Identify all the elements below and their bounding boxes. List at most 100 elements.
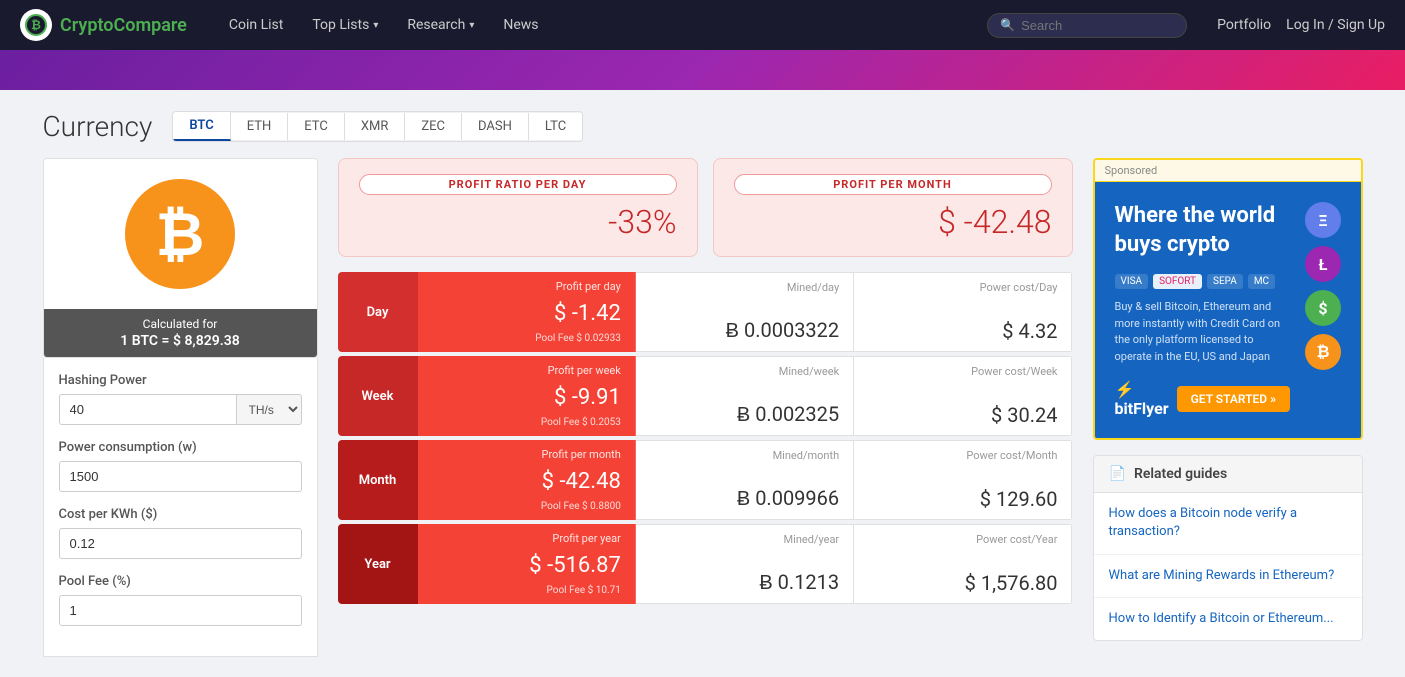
visa-logo: VISA <box>1115 274 1149 289</box>
calc-form: Hashing Power TH/s GH/s Power consumptio… <box>43 358 318 657</box>
coin-card: ₿ Calculated for 1 BTC = $ 8,829.38 <box>43 158 318 358</box>
calculated-for-label: Calculated for <box>52 317 309 331</box>
tab-xmr[interactable]: XMR <box>345 113 406 140</box>
nav-right: Portfolio Log In / Sign Up <box>1217 17 1385 33</box>
banner <box>0 50 1405 90</box>
power-consumption-label: Power consumption (w) <box>59 440 302 455</box>
ad-text-block: Where the world buys crypto VISA SOFORT … <box>1115 202 1290 418</box>
power-consumption-input[interactable] <box>59 461 302 492</box>
power-cell-week: Power cost/Week $ 30.24 <box>854 356 1072 436</box>
guide-item-2[interactable]: How to Identify a Bitcoin or Ethereum... <box>1094 598 1362 640</box>
mined-cell-day: Mined/day Ƀ 0.0003322 <box>636 272 854 352</box>
coin-calc: Calculated for 1 BTC = $ 8,829.38 <box>44 309 317 357</box>
profit-ratio-value: -33% <box>359 203 677 241</box>
logo[interactable]: ₿ CryptoCompare <box>20 9 187 41</box>
profit-month-label: PROFIT PER MONTH <box>734 174 1052 195</box>
profit-cell-month: Profit per month $ -42.48 Pool Fee $ 0.8… <box>418 440 636 520</box>
svg-text:₿: ₿ <box>31 18 41 32</box>
main-layout: ₿ Calculated for 1 BTC = $ 8,829.38 Hash… <box>43 158 1363 657</box>
profit-ratio-box: PROFIT RATIO PER DAY -33% <box>338 158 698 257</box>
guide-item-0[interactable]: How does a Bitcoin node verify a transac… <box>1094 493 1362 554</box>
mined-cell-week: Mined/week Ƀ 0.002325 <box>636 356 854 436</box>
guides-icon: 📄 <box>1109 466 1126 482</box>
login-link[interactable]: Log In / Sign Up <box>1286 17 1385 33</box>
hashing-power-group: Hashing Power TH/s GH/s <box>59 373 302 425</box>
cost-kwh-group: Cost per KWh ($) <box>59 507 302 559</box>
hashing-unit-select[interactable]: TH/s GH/s <box>236 394 302 425</box>
hashing-power-label: Hashing Power <box>59 373 302 388</box>
ad-content: Where the world buys crypto VISA SOFORT … <box>1095 182 1361 438</box>
profit-cell-day: Profit per day $ -1.42 Pool Fee $ 0.0293… <box>418 272 636 352</box>
data-row-month: Month Profit per month $ -42.48 Pool Fee… <box>338 440 1073 520</box>
btc-rate: 1 BTC = $ 8,829.38 <box>52 333 309 349</box>
profit-month-value: $ -42.48 <box>734 203 1052 241</box>
ad-coins: Ξ Ł $ ₿ <box>1305 202 1341 370</box>
related-guides: 📄 Related guides How does a Bitcoin node… <box>1093 455 1363 641</box>
eth-badge: Ξ <box>1305 202 1341 238</box>
research-chevron-icon: ▾ <box>469 20 474 31</box>
alt-badge: $ <box>1305 290 1341 326</box>
ad-bitflyer: ⚡ bitFlyer GET STARTED » <box>1115 380 1290 418</box>
tab-ltc[interactable]: LTC <box>529 113 582 140</box>
ad-logos: VISA SOFORT SEPA MC <box>1115 274 1290 289</box>
hashing-power-input[interactable] <box>59 394 236 425</box>
period-label-year: Year <box>338 524 418 604</box>
mined-cell-year: Mined/year Ƀ 0.1213 <box>636 524 854 604</box>
search-box[interactable]: 🔍 <box>987 13 1187 38</box>
search-icon: 🔍 <box>1000 18 1015 32</box>
bitflyer-logo: ⚡ bitFlyer <box>1115 380 1169 418</box>
logo-text: CryptoCompare <box>60 15 187 36</box>
profit-month-box: PROFIT PER MONTH $ -42.48 <box>713 158 1073 257</box>
cost-kwh-label: Cost per KWh ($) <box>59 507 302 522</box>
ltc-badge: Ł <box>1305 246 1341 282</box>
ad-body: Buy & sell Bitcoin, Ethereum and more in… <box>1115 299 1290 365</box>
sofort-logo: SOFORT <box>1153 274 1202 289</box>
profit-cell-week: Profit per week $ -9.91 Pool Fee $ 0.205… <box>418 356 636 436</box>
ad-headline: Where the world buys crypto <box>1115 202 1290 259</box>
pool-fee-label: Pool Fee (%) <box>59 574 302 589</box>
left-panel: ₿ Calculated for 1 BTC = $ 8,829.38 Hash… <box>43 158 318 657</box>
tab-dash[interactable]: DASH <box>462 113 529 140</box>
power-consumption-group: Power consumption (w) <box>59 440 302 492</box>
mc-logo: MC <box>1248 274 1275 289</box>
guides-list: How does a Bitcoin node verify a transac… <box>1094 493 1362 640</box>
guides-header: 📄 Related guides <box>1094 456 1362 493</box>
sepa-logo: SEPA <box>1207 274 1243 289</box>
nav-research[interactable]: Research ▾ <box>395 11 486 39</box>
right-panel: Sponsored Where the world buys crypto VI… <box>1093 158 1363 657</box>
ad-cta-button[interactable]: GET STARTED » <box>1177 386 1290 412</box>
power-cell-month: Power cost/Month $ 129.60 <box>854 440 1072 520</box>
tab-btc[interactable]: BTC <box>173 112 230 141</box>
page-content: Currency BTC ETH ETC XMR ZEC DASH LTC ₿ … <box>13 90 1393 677</box>
currency-tabs: BTC ETH ETC XMR ZEC DASH LTC <box>172 111 583 142</box>
page-title: Currency <box>43 110 153 143</box>
guide-item-1[interactable]: What are Mining Rewards in Ethereum? <box>1094 555 1362 598</box>
portfolio-link[interactable]: Portfolio <box>1217 17 1271 33</box>
tab-zec[interactable]: ZEC <box>405 113 462 140</box>
btc-badge-ad: ₿ <box>1305 334 1341 370</box>
logo-icon: ₿ <box>20 9 52 41</box>
power-cell-year: Power cost/Year $ 1,576.80 <box>854 524 1072 604</box>
period-label-month: Month <box>338 440 418 520</box>
data-row-year: Year Profit per year $ -516.87 Pool Fee … <box>338 524 1073 604</box>
profit-cell-year: Profit per year $ -516.87 Pool Fee $ 10.… <box>418 524 636 604</box>
pool-fee-group: Pool Fee (%) <box>59 574 302 626</box>
tab-etc[interactable]: ETC <box>288 113 345 140</box>
power-cell-day: Power cost/Day $ 4.32 <box>854 272 1072 352</box>
ad-sponsored-label: Sponsored <box>1095 160 1361 182</box>
period-label-day: Day <box>338 272 418 352</box>
guides-title: Related guides <box>1134 466 1227 482</box>
tab-eth[interactable]: ETH <box>231 113 289 140</box>
nav-news[interactable]: News <box>491 11 550 39</box>
search-input[interactable] <box>1021 18 1174 33</box>
btc-icon: ₿ <box>125 179 235 289</box>
hashing-power-input-wrap: TH/s GH/s <box>59 394 302 425</box>
center-panel: PROFIT RATIO PER DAY -33% PROFIT PER MON… <box>338 158 1073 657</box>
cost-kwh-input[interactable] <box>59 528 302 559</box>
nav-top-lists[interactable]: Top Lists ▾ <box>300 11 390 39</box>
ad-panel: Sponsored Where the world buys crypto VI… <box>1093 158 1363 440</box>
nav-coin-list[interactable]: Coin List <box>217 11 295 39</box>
data-row-week: Week Profit per week $ -9.91 Pool Fee $ … <box>338 356 1073 436</box>
mined-cell-month: Mined/month Ƀ 0.009966 <box>636 440 854 520</box>
profit-ratio-label: PROFIT RATIO PER DAY <box>359 174 677 195</box>
